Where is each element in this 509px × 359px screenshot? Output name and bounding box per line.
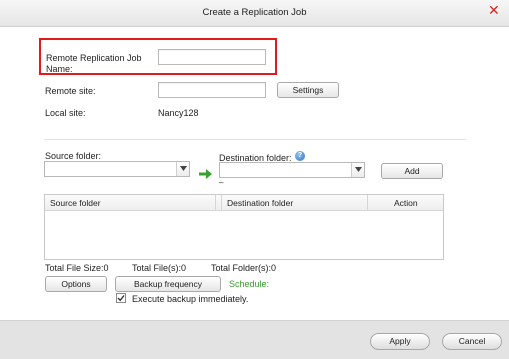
destination-folder-select[interactable]: [219, 162, 365, 178]
chevron-down-icon: [180, 166, 187, 171]
arrow-right-icon: [199, 169, 212, 179]
total-folders: Total Folder(s):0: [211, 263, 277, 273]
checkmark-icon: [117, 295, 125, 302]
column-header-source[interactable]: Source folder: [45, 195, 215, 211]
chevron-down-icon: [355, 167, 362, 172]
dialog-title: Create a Replication Job: [202, 7, 307, 18]
help-icon[interactable]: ?: [295, 151, 305, 161]
add-button[interactable]: Add: [381, 163, 443, 179]
schedule-label: Schedule:: [229, 279, 270, 289]
replication-job-dialog: Create a Replication Job ✕ Remote Replic…: [0, 0, 509, 359]
source-folder-dropdown[interactable]: [176, 162, 189, 176]
title-bar: Create a Replication Job ✕: [0, 0, 509, 27]
section-divider: [44, 139, 466, 140]
local-site-value: Nancy128: [158, 108, 199, 118]
cancel-button[interactable]: Cancel: [442, 333, 502, 350]
local-site-label: Local site:: [45, 108, 86, 118]
source-folder-label: Source folder:: [45, 151, 102, 161]
settings-button[interactable]: Settings: [277, 82, 339, 98]
execute-immediately-label: Execute backup immediately.: [132, 294, 249, 304]
destination-folder-note: –: [219, 178, 224, 187]
source-folder-select[interactable]: [44, 161, 190, 177]
total-files: Total File(s):0: [132, 263, 187, 273]
close-icon[interactable]: ✕: [488, 2, 502, 18]
options-button[interactable]: Options: [45, 276, 107, 292]
dialog-footer: Apply Cancel: [0, 320, 509, 359]
remote-site-label: Remote site:: [45, 86, 96, 96]
job-name-label: Remote Replication Job Name:: [46, 53, 142, 74]
total-file-size: Total File Size:0: [45, 263, 109, 273]
column-header-destination[interactable]: Destination folder: [221, 195, 367, 211]
backup-frequency-button[interactable]: Backup frequency: [115, 276, 221, 292]
execute-immediately-checkbox[interactable]: [116, 293, 126, 303]
destination-folder-dropdown[interactable]: [351, 163, 364, 177]
table-header: Source folder Destination folder Action: [45, 195, 443, 211]
column-header-action[interactable]: Action: [367, 195, 443, 211]
job-name-input[interactable]: [158, 49, 266, 65]
apply-button[interactable]: Apply: [370, 333, 430, 350]
remote-site-input[interactable]: [158, 82, 266, 98]
folder-pair-table: Source folder Destination folder Action: [44, 194, 444, 260]
